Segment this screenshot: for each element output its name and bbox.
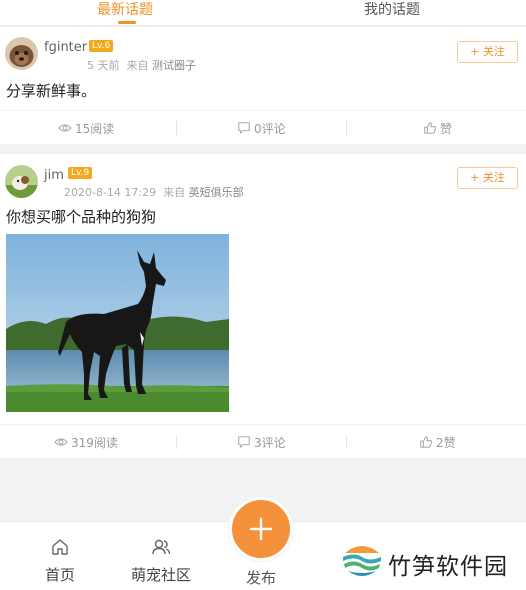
active-tab-indicator <box>118 21 136 24</box>
user-avatar[interactable] <box>5 165 38 198</box>
circle-link[interactable]: 英短俱乐部 <box>189 186 244 199</box>
views-stat: 15阅读 <box>58 111 114 145</box>
post-meta: 5 天前 来自 测试圈子 <box>87 57 196 73</box>
topic-tabs: 最新话题 我的话题 <box>0 0 526 26</box>
watermark-logo-icon <box>342 539 382 579</box>
post-meta: 2020-8-14 17:29 来自 英短俱乐部 <box>64 184 244 200</box>
like-button[interactable]: 2赞 <box>419 425 456 459</box>
eye-icon <box>54 438 68 446</box>
post-stats-bar: 15阅读 0评论 赞 <box>0 110 526 144</box>
level-badge: Lv.6 <box>89 40 114 52</box>
level-badge: Lv.9 <box>68 167 93 179</box>
post-card[interactable]: jim Lv.9 2020-8-14 17:29 来自 英短俱乐部 + 关注 你… <box>0 154 526 458</box>
dog-photo-illustration <box>6 234 229 412</box>
comment-icon <box>238 122 250 134</box>
watermark-text: 竹笋软件园 <box>388 554 508 580</box>
users-icon <box>152 539 171 555</box>
post-card[interactable]: fginter Lv.6 5 天前 来自 测试圈子 + 关注 分享新鲜事。 15… <box>0 27 526 144</box>
post-time: 2020-8-14 17:29 <box>64 186 157 199</box>
divider <box>176 121 177 135</box>
nav-pet-community-label: 萌宠社区 <box>130 566 191 584</box>
divider <box>176 435 177 449</box>
follow-button[interactable]: + 关注 <box>457 41 518 63</box>
publish-fab-button[interactable] <box>229 497 293 561</box>
comment-icon <box>238 436 250 448</box>
likes-label: 赞 <box>440 121 453 136</box>
post-image[interactable] <box>6 234 229 412</box>
tab-my-topics[interactable]: 我的话题 <box>364 0 420 26</box>
user-avatar[interactable] <box>5 37 38 70</box>
nav-home-label: 首页 <box>44 566 75 584</box>
circle-link[interactable]: 测试圈子 <box>152 59 196 72</box>
comments-stat[interactable]: 3评论 <box>237 425 286 459</box>
post-text: 分享新鲜事。 <box>6 82 97 100</box>
comments-stat[interactable]: 0评论 <box>237 111 286 145</box>
username[interactable]: fginter <box>44 40 87 55</box>
comments-count: 0评论 <box>254 121 286 136</box>
eye-icon <box>58 124 72 132</box>
comments-count: 3评论 <box>254 435 286 450</box>
nav-pet-community[interactable]: 萌宠社区 <box>121 522 201 585</box>
username[interactable]: jim <box>44 168 64 183</box>
divider <box>346 121 347 135</box>
thumbs-up-icon <box>424 122 437 134</box>
follow-button[interactable]: + 关注 <box>457 167 518 189</box>
plus-icon <box>249 517 273 541</box>
nav-home[interactable]: 首页 <box>20 522 100 585</box>
nav-publish-label: 发布 <box>245 569 276 587</box>
post-time: 5 天前 <box>87 59 120 72</box>
from-label: 来自 <box>163 186 186 199</box>
divider <box>346 435 347 449</box>
thumbs-up-icon <box>420 436 433 448</box>
like-button[interactable]: 赞 <box>423 111 452 145</box>
watermark: 竹笋软件园 <box>340 537 520 585</box>
from-label: 来自 <box>126 59 149 72</box>
views-count: 319阅读 <box>71 435 118 450</box>
post-stats-bar: 319阅读 3评论 2赞 <box>0 424 526 458</box>
views-count: 15阅读 <box>75 121 115 136</box>
likes-count: 2赞 <box>436 435 456 450</box>
views-stat: 319阅读 <box>54 425 118 459</box>
post-text: 你想买哪个品种的狗狗 <box>6 208 157 226</box>
home-icon <box>52 539 68 555</box>
